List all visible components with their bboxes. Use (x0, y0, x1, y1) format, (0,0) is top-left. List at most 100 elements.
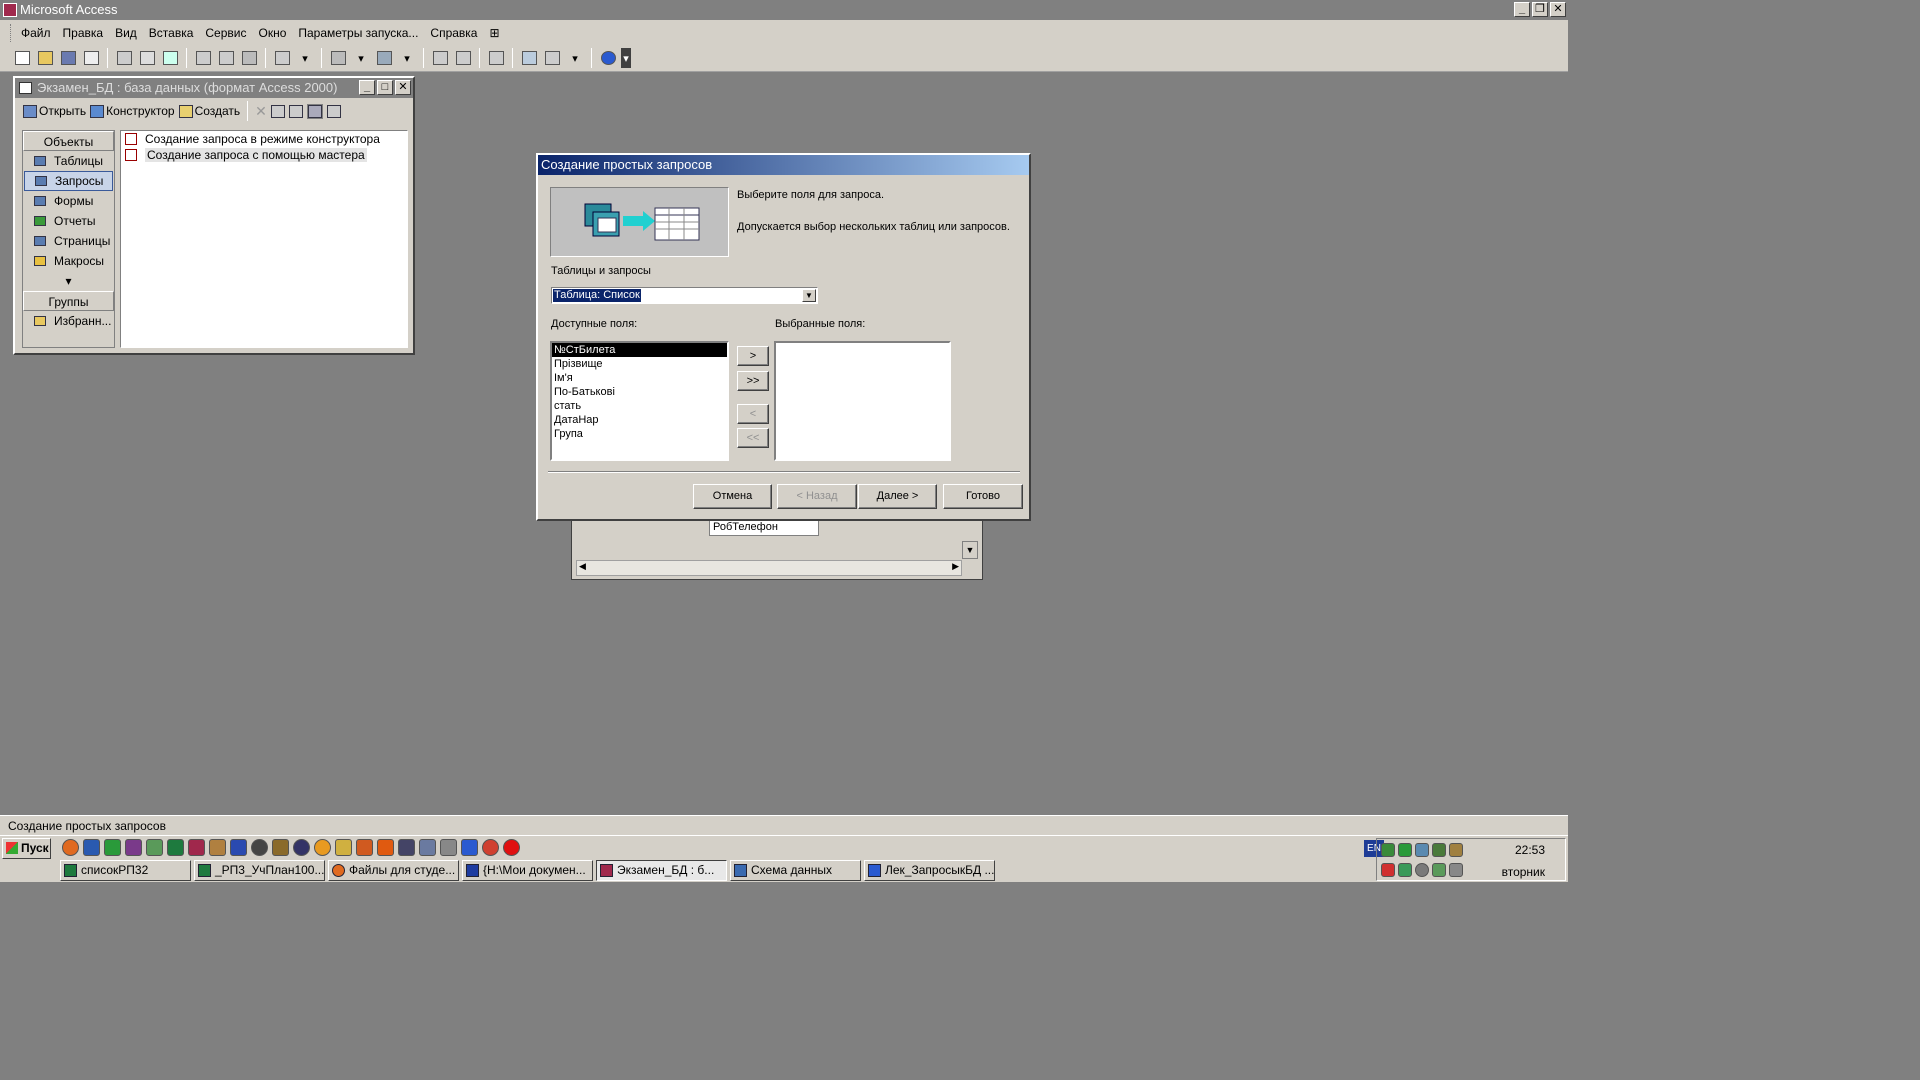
excel-icon[interactable] (167, 839, 184, 856)
analyze-icon[interactable] (374, 48, 394, 68)
settings-icon[interactable] (251, 839, 268, 856)
new-file-icon[interactable] (12, 48, 32, 68)
save-icon[interactable] (58, 48, 78, 68)
small-icons-view-icon[interactable] (288, 104, 303, 118)
field-item[interactable]: Прізвище (552, 357, 727, 371)
undo-dropdown-icon[interactable]: ▾ (295, 48, 315, 68)
tray-clock-icon[interactable] (1415, 863, 1429, 877)
db-close-button[interactable]: ✕ (395, 80, 411, 95)
add-all-fields-button[interactable]: >> (737, 371, 769, 391)
back-button[interactable]: < Назад (777, 484, 857, 509)
properties-icon[interactable] (486, 48, 506, 68)
menu-startup[interactable]: Параметры запуска... (292, 26, 424, 40)
office-links-dropdown-icon[interactable]: ▾ (351, 48, 371, 68)
print-preview-icon[interactable] (137, 48, 157, 68)
firefox-icon[interactable] (62, 839, 79, 856)
cancel-button[interactable]: Отмена (693, 484, 772, 509)
tables-queries-select[interactable]: Таблица: Список ▼ (551, 287, 818, 304)
database-window-title-bar[interactable]: Экзамен_БД : база данных (формат Access … (15, 78, 413, 98)
chevron-down-icon[interactable]: ▼ (802, 289, 816, 302)
menu-file[interactable]: Файл (15, 26, 57, 40)
script-icon[interactable] (453, 48, 473, 68)
db-minimize-button[interactable]: _ (359, 80, 375, 95)
menu-insert[interactable]: Вставка (143, 26, 200, 40)
people-icon[interactable] (419, 839, 436, 856)
list-view-icon[interactable] (306, 103, 323, 119)
chrome-icon[interactable] (482, 839, 499, 856)
field-item[interactable]: №СтБилета (552, 343, 727, 357)
minimize-button[interactable]: _ (1514, 2, 1530, 17)
keyboard-icon[interactable] (440, 839, 457, 856)
access-icon[interactable] (188, 839, 205, 856)
search-app-icon[interactable] (398, 839, 415, 856)
close-button[interactable]: ✕ (1550, 2, 1566, 17)
field-item[interactable]: По-Батькові (552, 385, 727, 399)
horizontal-scrollbar[interactable]: ◀ ▶ (576, 560, 962, 576)
office-icon[interactable] (377, 839, 394, 856)
next-button[interactable]: Далее > (858, 484, 937, 509)
toolbar-options-icon[interactable]: ▾ (621, 48, 631, 68)
clock-time[interactable]: 22:53 (1515, 843, 1545, 857)
scroll-left-arrow-icon[interactable]: ◀ (579, 561, 586, 572)
open-folder-icon[interactable] (35, 48, 55, 68)
chart-app-icon[interactable] (356, 839, 373, 856)
analyze-dropdown-icon[interactable]: ▾ (397, 48, 417, 68)
task-button[interactable]: списокРП32 (60, 860, 191, 881)
paste-icon[interactable] (239, 48, 259, 68)
relationships-icon[interactable]: ⊞ (483, 26, 505, 40)
books-icon[interactable] (125, 839, 142, 856)
more-objects-chevron-icon[interactable]: ▾ (24, 271, 113, 291)
desktop-icon[interactable] (83, 839, 100, 856)
menu-tools[interactable]: Сервис (199, 26, 252, 40)
selected-fields-list[interactable] (774, 341, 951, 461)
code-icon[interactable] (430, 48, 450, 68)
field-list-item[interactable]: РобТелефон (709, 519, 819, 536)
add-field-button[interactable]: > (737, 346, 769, 366)
tray-h-icon[interactable] (1398, 843, 1412, 857)
spelling-icon[interactable] (160, 48, 180, 68)
tray-app-icon[interactable] (1432, 863, 1446, 877)
menu-view[interactable]: Вид (109, 26, 143, 40)
field-item[interactable]: стать (552, 399, 727, 413)
db-maximize-button[interactable]: □ (377, 80, 393, 95)
group-favorites[interactable]: Избранн... (24, 311, 113, 331)
large-icons-view-icon[interactable] (270, 104, 285, 118)
tray-windows-icon[interactable] (1398, 863, 1412, 877)
task-button[interactable]: Схема данных (730, 860, 861, 881)
media-player-icon[interactable] (293, 839, 310, 856)
list-item[interactable]: Создание запроса с помощью мастера (121, 147, 407, 163)
object-macros[interactable]: Макросы (24, 251, 113, 271)
delete-icon[interactable]: ✕ (255, 103, 267, 120)
search-file-icon[interactable] (81, 48, 101, 68)
tray-volume-icon[interactable] (1449, 863, 1463, 877)
scroll-right-arrow-icon[interactable]: ▶ (952, 561, 959, 572)
avast-icon[interactable] (314, 839, 331, 856)
new-object-dropdown-icon[interactable]: ▾ (565, 48, 585, 68)
word-icon[interactable] (461, 839, 478, 856)
create-button[interactable]: Создать (178, 104, 240, 118)
tray-network-icon[interactable] (1381, 843, 1395, 857)
field-item[interactable]: Ім'я (552, 371, 727, 385)
available-fields-list[interactable]: №СтБилета Прізвище Ім'я По-Батькові стат… (550, 341, 729, 461)
task-button[interactable]: Файлы для студе... (328, 860, 459, 881)
help-icon[interactable] (598, 48, 618, 68)
finish-button[interactable]: Готово (943, 484, 1023, 509)
scroll-down-arrow-icon[interactable]: ▼ (962, 541, 978, 559)
object-pages[interactable]: Страницы (24, 231, 113, 251)
task-button[interactable]: {H:\Мои докумен... (462, 860, 593, 881)
list-item[interactable]: Создание запроса в режиме конструктора (121, 131, 407, 147)
open-button[interactable]: Открыть (23, 104, 86, 118)
groups-header[interactable]: Группы (23, 291, 114, 311)
print-icon[interactable] (114, 48, 134, 68)
object-queries[interactable]: Запросы (24, 171, 113, 191)
dialog-title[interactable]: Создание простых запросов (538, 155, 1029, 175)
object-forms[interactable]: Формы (24, 191, 113, 211)
menu-edit[interactable]: Правка (57, 26, 110, 40)
objects-header[interactable]: Объекты (23, 131, 114, 151)
menu-grip[interactable] (10, 23, 13, 42)
tray-folder-icon[interactable] (1449, 843, 1463, 857)
task-button-active[interactable]: Экзамен_БД : б... (596, 860, 727, 881)
field-item[interactable]: Група (552, 427, 727, 441)
object-reports[interactable]: Отчеты (24, 211, 113, 231)
tools-icon[interactable] (209, 839, 226, 856)
